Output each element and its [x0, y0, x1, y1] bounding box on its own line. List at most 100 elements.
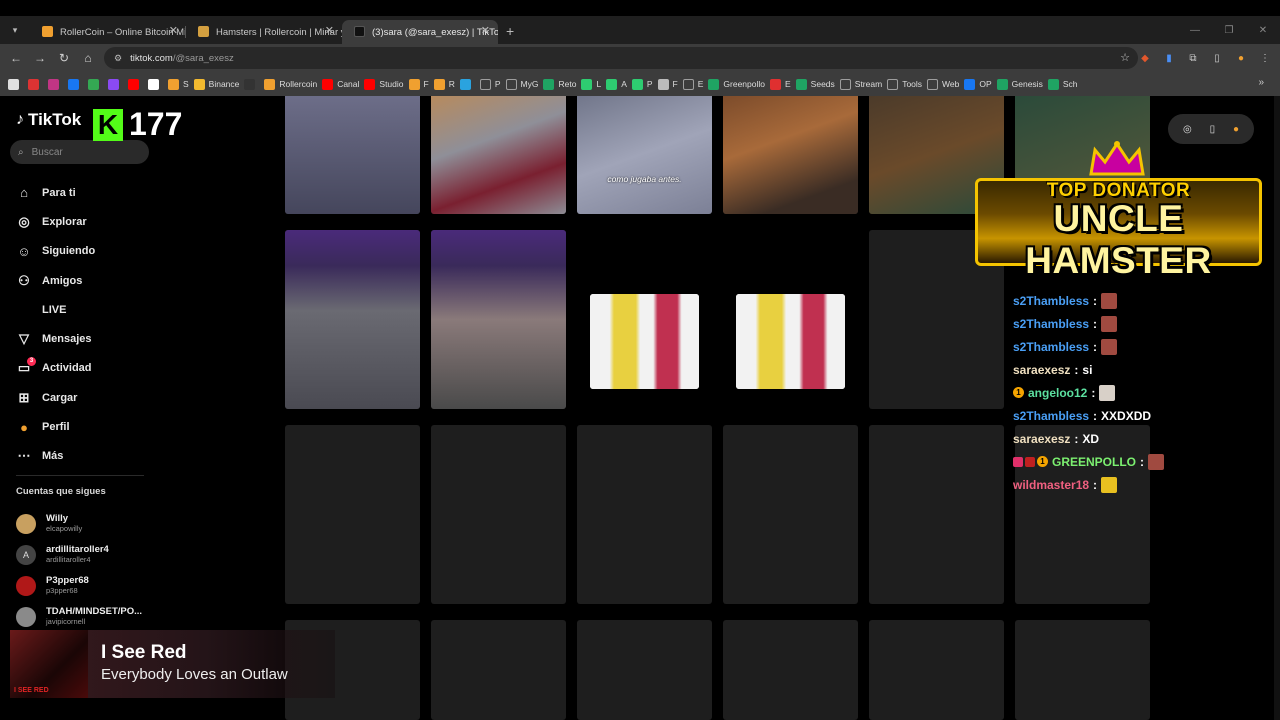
bookmark-item[interactable]: Stream	[839, 78, 882, 90]
bookmark-item[interactable]: Seeds	[795, 78, 835, 90]
tab-rollercoin[interactable]: RollerCoin – Online Bitcoin Min ✕	[30, 20, 186, 44]
bookmark-item[interactable]	[128, 78, 143, 90]
sidebar-item-explorar[interactable]: ◎ Explorar	[16, 207, 95, 236]
bookmark-item[interactable]: P	[631, 78, 653, 90]
bookmark-item[interactable]: Canal	[322, 78, 359, 90]
bookmark-item[interactable]	[459, 78, 475, 90]
video-thumbnail[interactable]: como jugaba antes.	[577, 96, 712, 214]
bookmark-item[interactable]: F	[657, 78, 678, 90]
bookmark-item[interactable]: Genesis	[996, 78, 1043, 90]
minimize-icon[interactable]: —	[1178, 16, 1212, 44]
tab-tiktok[interactable]: (3)sara (@sara_exesz) | TikTok ✕	[342, 20, 498, 44]
bookmark-item[interactable]: A	[606, 78, 627, 90]
emote-icon	[1101, 338, 1118, 355]
video-thumbnail-placeholder[interactable]	[869, 425, 1004, 604]
sidebar-icon[interactable]: ▯	[1208, 46, 1226, 70]
bookmark-item[interactable]	[8, 78, 23, 90]
following-account[interactable]: TDAH/MINDSET/PO... javipicornell	[16, 601, 142, 632]
bookmark-item[interactable]	[148, 78, 163, 90]
address-bar[interactable]: ⚙ tiktok.com/@sara_exesz ☆	[104, 47, 1138, 69]
video-thumbnail-placeholder[interactable]	[431, 425, 566, 604]
bookmark-item[interactable]: L	[581, 78, 601, 90]
new-tab-icon[interactable]: +	[506, 23, 514, 39]
video-thumbnail-placeholder[interactable]	[869, 620, 1004, 720]
video-thumbnail-placeholder[interactable]	[723, 620, 858, 720]
sidebar-item-cargar[interactable]: ⊞ Cargar	[16, 383, 95, 412]
video-thumbnail-placeholder[interactable]	[431, 620, 566, 720]
sidebar-item-mensajes[interactable]: ▽ Mensajes	[16, 324, 95, 353]
bookmark-item[interactable]	[28, 78, 43, 90]
sidebar-item-perfil[interactable]: ● Perfil	[16, 412, 95, 441]
bitwarden-extension-icon[interactable]: ▮	[1160, 46, 1178, 70]
reload-icon[interactable]: ↻	[52, 46, 76, 70]
following-account[interactable]: Willy elcapowilly	[16, 508, 142, 539]
bookmark-item[interactable]: Reto	[543, 78, 576, 90]
bookmark-item[interactable]: Rollercoin	[264, 78, 317, 90]
tiktok-logo[interactable]: ♪ TikTok	[16, 110, 81, 130]
sidebar-item-amigos[interactable]: ⚇ Amigos	[16, 266, 95, 295]
following-account[interactable]: Aardillitaroller4 ardillitaroller4	[16, 539, 142, 570]
bookmark-item[interactable]	[244, 78, 259, 90]
video-thumbnail-placeholder[interactable]	[285, 425, 420, 604]
sidebar-item-live[interactable]: LIVE	[16, 295, 95, 324]
bookmark-star-icon[interactable]: ☆	[1120, 51, 1130, 64]
search-input[interactable]: ⌕ Buscar	[10, 140, 149, 164]
video-thumbnail[interactable]	[590, 294, 699, 389]
maximize-icon[interactable]: ❐	[1212, 16, 1246, 44]
bookmark-item[interactable]: E	[682, 78, 703, 90]
bookmark-item[interactable]: Web	[927, 78, 959, 90]
home-button-icon[interactable]: ⌂	[76, 46, 100, 70]
video-thumbnail-placeholder[interactable]	[1015, 620, 1150, 720]
bookmark-item[interactable]: S	[168, 78, 189, 90]
extensions-puzzle-icon[interactable]: ⧉	[1184, 46, 1202, 70]
bookmarks-overflow-icon[interactable]: »	[1258, 77, 1264, 88]
forward-icon[interactable]: →	[28, 46, 52, 70]
tab-close-icon[interactable]: ✕	[325, 24, 334, 37]
youtube-icon	[364, 78, 376, 90]
bookmark-item[interactable]: F	[408, 78, 429, 90]
video-thumbnail[interactable]	[736, 294, 845, 389]
bookmark-item[interactable]: OP	[964, 78, 992, 90]
bookmark-item[interactable]: MyG	[505, 78, 538, 90]
bookmark-item[interactable]: P	[479, 78, 501, 90]
sidebar-item-actividad[interactable]: ▭ 3 Actividad	[16, 354, 95, 383]
fox-extension-icon[interactable]: ◆	[1136, 46, 1154, 70]
video-thumbnail[interactable]	[723, 96, 858, 214]
bookmark-item[interactable]: Binance	[193, 78, 239, 90]
page-scrollbar[interactable]	[1274, 96, 1280, 720]
video-thumbnail[interactable]	[431, 230, 566, 409]
bookmark-item[interactable]	[48, 78, 63, 90]
compass-icon[interactable]: ◎	[1183, 124, 1192, 135]
close-window-icon[interactable]: ✕	[1246, 16, 1280, 44]
bookmark-item[interactable]	[68, 78, 83, 90]
bookmark-item[interactable]: Studio	[364, 78, 404, 90]
bookmark-item[interactable]: Greenpollo	[708, 78, 765, 90]
bookmark-item[interactable]: E	[770, 78, 791, 90]
tab-search-button[interactable]: ▾	[6, 21, 24, 39]
menu-kebab-icon[interactable]: ⋮	[1256, 46, 1274, 70]
following-account[interactable]: P3pper68 p3pper68	[16, 570, 142, 601]
video-thumbnail[interactable]	[285, 96, 420, 214]
chat-separator: :	[1074, 362, 1079, 377]
site-info-icon[interactable]: ⚙	[114, 53, 122, 64]
bookmark-item[interactable]: R	[433, 78, 455, 90]
bookmark-item[interactable]	[108, 78, 123, 90]
bookmark-item[interactable]: Sch	[1047, 78, 1077, 90]
video-thumbnail-placeholder[interactable]	[577, 425, 712, 604]
tab-close-icon[interactable]: ✕	[481, 24, 490, 37]
profile-avatar-icon[interactable]: ●	[1232, 46, 1250, 70]
tab-close-icon[interactable]: ✕	[169, 24, 178, 37]
bookmark-item[interactable]	[88, 78, 103, 90]
video-thumbnail[interactable]	[285, 230, 420, 409]
tab-hamsters[interactable]: Hamsters | Rollercoin | Minar y ✕	[186, 20, 342, 44]
back-icon[interactable]: ←	[4, 46, 28, 70]
video-thumbnail-placeholder[interactable]	[723, 425, 858, 604]
video-thumbnail[interactable]	[431, 96, 566, 214]
user-avatar-icon[interactable]: ●	[1233, 124, 1239, 135]
video-thumbnail-placeholder[interactable]	[577, 620, 712, 720]
phone-icon[interactable]: ▯	[1210, 124, 1216, 135]
sidebar-item-para-ti[interactable]: ⌂ Para ti	[16, 178, 95, 207]
sidebar-item-siguiendo[interactable]: ☺ Siguiendo	[16, 237, 95, 266]
bookmark-item[interactable]: Tools	[887, 78, 922, 90]
sidebar-item-más[interactable]: ⋯ Más	[16, 442, 95, 471]
